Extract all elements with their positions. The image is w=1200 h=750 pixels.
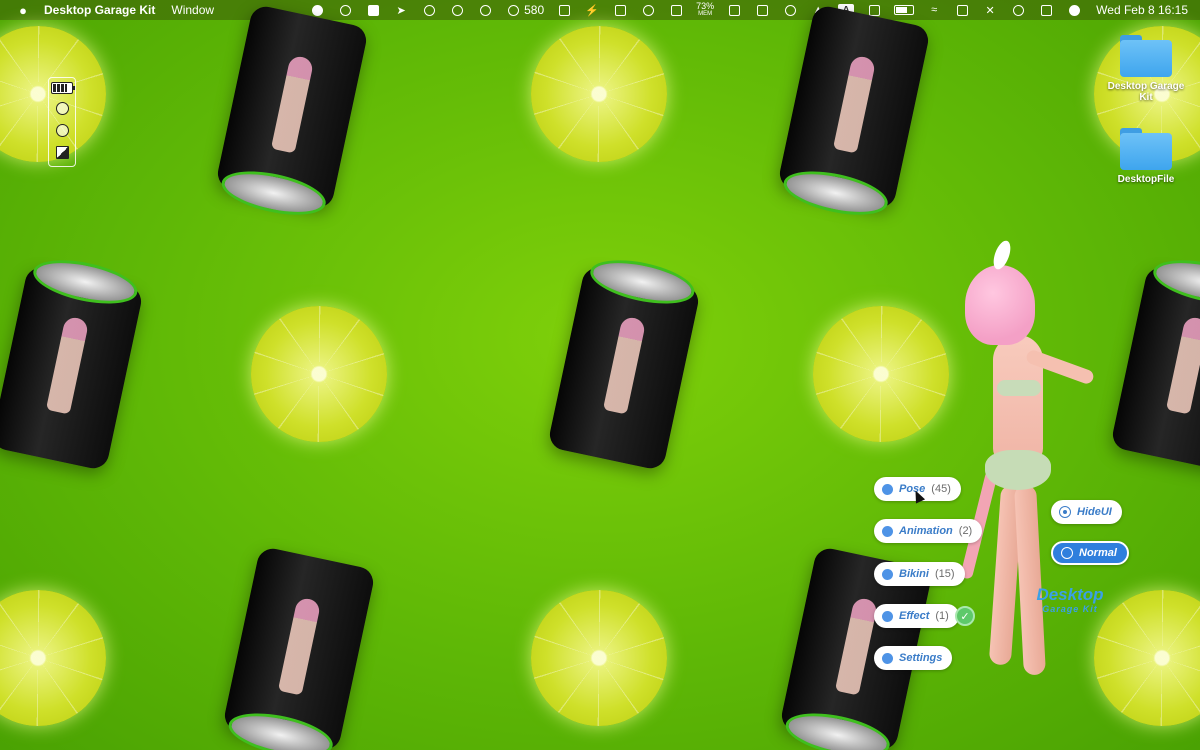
normal-mode-button[interactable]: Normal <box>1051 541 1129 565</box>
lime-slice <box>813 306 949 442</box>
desktop-folder-label: DesktopFile <box>1117 174 1175 185</box>
character-leg <box>1014 484 1046 676</box>
dot-icon <box>882 483 893 495</box>
effect-button[interactable]: Effect (1) <box>874 604 959 628</box>
cloud-sync-icon[interactable] <box>337 3 353 17</box>
effect-label: Effect <box>899 610 930 622</box>
memory-percent: 73% <box>696 1 715 11</box>
bikini-label: Bikini <box>899 568 929 580</box>
bikini-button[interactable]: Bikini (15) <box>874 562 965 586</box>
drink-can <box>1109 264 1200 472</box>
sidebar-icon[interactable] <box>954 3 970 17</box>
animation-count: (2) <box>958 525 973 537</box>
settings-button[interactable]: Settings <box>874 646 953 670</box>
cpu-icon[interactable] <box>726 3 742 17</box>
normal-label: Normal <box>1079 547 1117 559</box>
search-icon[interactable] <box>1010 3 1026 17</box>
message-counter[interactable]: 580 <box>505 3 544 17</box>
dot-icon <box>882 652 893 664</box>
dot-icon <box>882 525 893 537</box>
memory-label: MEM <box>698 11 713 17</box>
dot-icon <box>882 568 893 580</box>
character-head <box>965 265 1035 345</box>
aperture-icon[interactable] <box>54 122 70 138</box>
brand-line2: Garage Kit <box>1042 604 1098 614</box>
drink-can <box>546 264 702 472</box>
hide-icon <box>1059 506 1071 518</box>
contrast-icon[interactable] <box>54 144 70 160</box>
note-icon[interactable] <box>365 3 381 17</box>
effect-count: (1) <box>935 610 949 622</box>
pose-count: (45) <box>931 483 951 495</box>
display-icon[interactable] <box>556 3 572 17</box>
notion-icon[interactable] <box>421 3 437 17</box>
message-count: 580 <box>524 3 545 17</box>
settings-label: Settings <box>899 652 943 664</box>
animation-label: Animation <box>899 525 953 537</box>
bluetooth-icon[interactable]: ✕ <box>982 3 998 17</box>
checkmark-icon[interactable]: ✓ <box>955 606 975 626</box>
app-menu-title[interactable]: Desktop Garage Kit <box>44 3 155 17</box>
widget-toolbar <box>48 77 76 167</box>
circle-icon <box>1061 547 1073 559</box>
hide-ui-button[interactable]: HideUI <box>1051 500 1122 524</box>
bolt-icon[interactable]: ⚡ <box>584 3 600 17</box>
status-area: ➤ 580 ⚡ 73% MEM ▲ A ≈ ✕ Wed Feb 8 16:15 <box>309 2 1192 18</box>
drink-can <box>0 264 145 472</box>
character-top <box>997 380 1041 396</box>
menu-window[interactable]: Window <box>171 3 214 17</box>
lime-slice <box>0 590 106 726</box>
desktop-folder-desktopfile[interactable]: DesktopFile <box>1101 128 1191 185</box>
chat-icon[interactable] <box>449 3 465 17</box>
control-center-icon[interactable] <box>1038 3 1054 17</box>
battery-icon <box>51 82 75 94</box>
drink-can <box>214 3 370 211</box>
siri-icon[interactable] <box>1066 3 1082 17</box>
desktop-folder-label: Desktop Garage Kit <box>1107 81 1185 103</box>
brand-logo: Desktop Garage Kit <box>1025 585 1115 614</box>
apple-menu-icon[interactable]: ● <box>16 3 30 18</box>
dot-icon <box>882 610 893 622</box>
lime-slice <box>531 590 667 726</box>
memory-meter[interactable]: 73% MEM <box>696 2 714 18</box>
drink-can <box>221 545 377 750</box>
toggle-icon[interactable] <box>612 3 628 17</box>
bikini-count: (15) <box>934 568 955 580</box>
hexagon-icon[interactable] <box>668 3 684 17</box>
desktop-folder-garage-kit[interactable]: Desktop Garage Kit <box>1101 35 1191 103</box>
menu-clock[interactable]: Wed Feb 8 16:15 <box>1096 3 1188 17</box>
speech-bubble-icon <box>505 3 521 17</box>
record-icon[interactable] <box>309 3 325 17</box>
character-bottom <box>985 450 1051 490</box>
folder-icon <box>1120 35 1172 77</box>
arrow-icon[interactable]: ➤ <box>393 3 409 17</box>
character-model[interactable] <box>955 238 1096 690</box>
grid-icon[interactable] <box>754 3 770 17</box>
brand-line1: Desktop <box>1036 585 1104 604</box>
animation-button[interactable]: Animation (2) <box>874 519 983 543</box>
drink-can <box>776 3 932 211</box>
battery-icon[interactable] <box>894 5 915 15</box>
shazam-icon[interactable] <box>640 3 656 17</box>
lime-slice <box>531 26 667 162</box>
lime-slice <box>251 306 387 442</box>
wifi-icon[interactable]: ≈ <box>926 3 942 17</box>
hide-ui-label: HideUI <box>1077 506 1112 518</box>
play-icon[interactable] <box>782 3 798 17</box>
gear-icon[interactable] <box>54 100 70 116</box>
menu-bar: ● Desktop Garage Kit Window ➤ 580 ⚡ 73% … <box>0 0 1200 20</box>
m-app-icon[interactable] <box>477 3 493 17</box>
folder-icon <box>1120 128 1172 170</box>
